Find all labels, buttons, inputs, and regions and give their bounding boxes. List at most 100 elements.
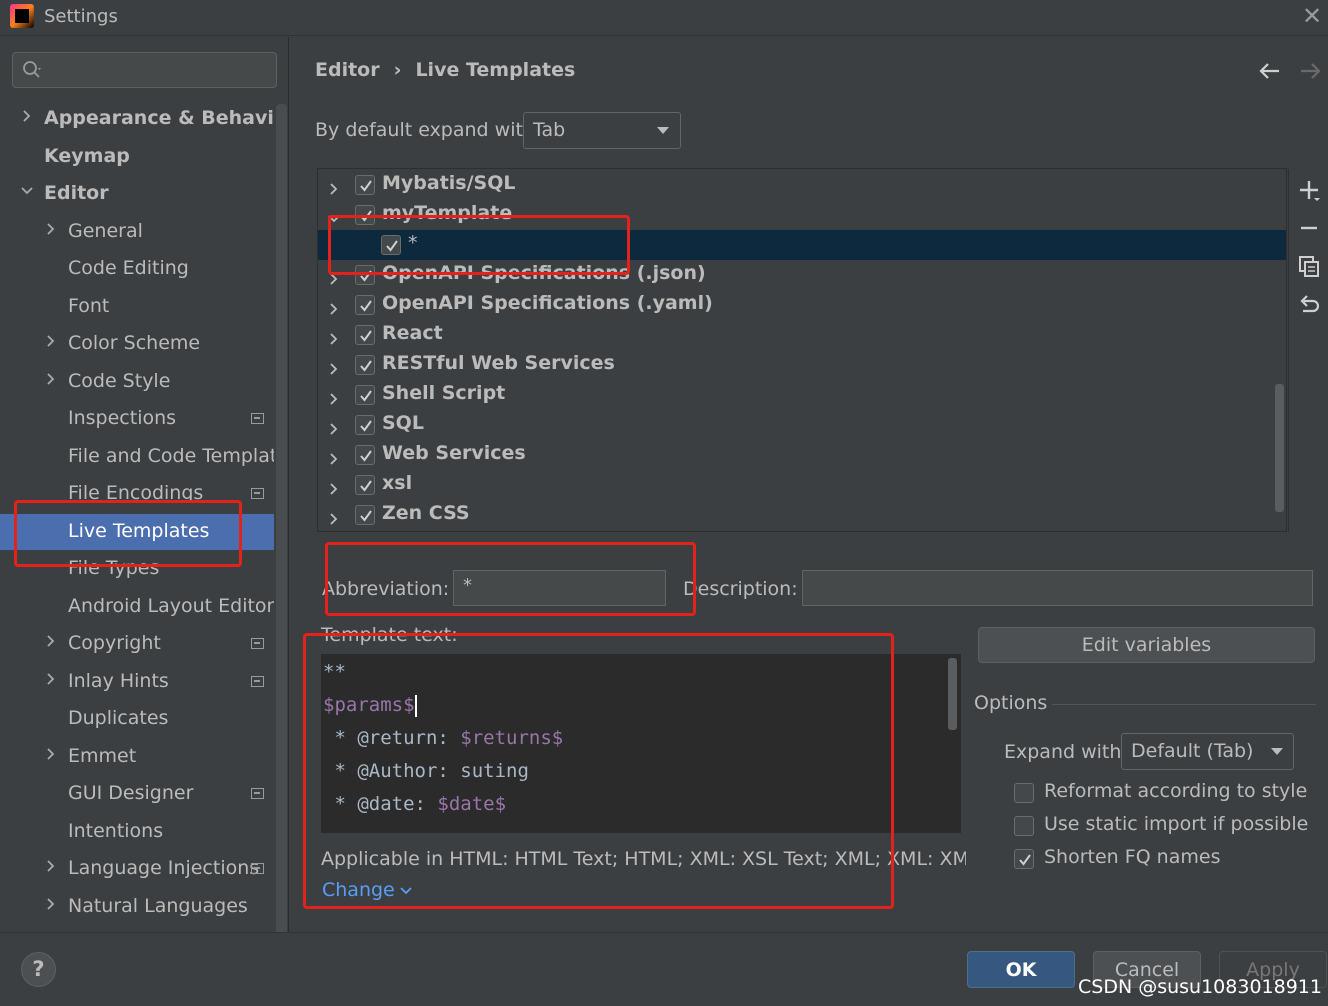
chevron-right-icon[interactable] (328, 178, 340, 195)
sidebar-item-label: Code Style (68, 370, 171, 392)
breadcrumb-editor[interactable]: Editor (315, 59, 380, 81)
chevron-right-icon[interactable] (328, 388, 340, 405)
sidebar-item[interactable]: Intentions (0, 814, 274, 850)
checkbox[interactable] (355, 505, 375, 525)
description-input[interactable] (802, 570, 1313, 606)
restore-icon[interactable] (1297, 292, 1321, 316)
sidebar-item-label: Code Editing (68, 257, 189, 279)
template-group[interactable]: xsl (318, 470, 1286, 500)
sidebar-item[interactable]: Color Scheme (0, 326, 274, 362)
sidebar-item[interactable]: File and Code Templates (0, 439, 274, 475)
chevron-right-icon[interactable] (21, 110, 33, 122)
sidebar-item[interactable]: General (0, 214, 274, 250)
template-group[interactable]: OpenAPI Specifications (.yaml) (318, 290, 1286, 320)
sidebar-item-label: Android Layout Editor (68, 595, 274, 617)
chevron-down-icon[interactable] (21, 185, 33, 197)
template-group[interactable]: RESTful Web Services (318, 350, 1286, 380)
sidebar-item[interactable]: Code Style (0, 364, 274, 400)
template-group[interactable]: Web Services (318, 440, 1286, 470)
chevron-right-icon[interactable] (328, 478, 340, 495)
checkbox[interactable] (355, 475, 375, 495)
chevron-right-icon[interactable] (45, 223, 57, 235)
forward-arrow-icon[interactable] (1298, 59, 1322, 83)
sidebar-item[interactable]: Duplicates (0, 701, 274, 737)
default-expand-value: Tab (533, 119, 566, 141)
add-icon[interactable] (1297, 178, 1321, 202)
title-bar: Settings ✕ (0, 0, 1328, 36)
expand-with-select[interactable]: Default (Tab) (1121, 733, 1294, 770)
search-input[interactable] (12, 52, 277, 88)
checkbox[interactable] (355, 325, 375, 345)
sidebar-item-label: Keymap (44, 145, 130, 167)
template-label: React (382, 322, 443, 344)
expand-with-value: Default (Tab) (1131, 740, 1254, 762)
template-group[interactable]: Zen CSS (318, 500, 1286, 530)
chevron-right-icon[interactable] (45, 373, 57, 385)
checkbox[interactable] (355, 385, 375, 405)
project-scope-icon (251, 638, 264, 649)
sidebar-item[interactable]: Copyright (0, 626, 274, 662)
template-group[interactable]: Mybatis/SQL (318, 170, 1286, 200)
chevron-right-icon[interactable] (328, 418, 340, 435)
sidebar-item[interactable]: Inspections (0, 401, 274, 437)
sidebar-item-label: Copyright (68, 632, 161, 654)
checkbox[interactable] (355, 415, 375, 435)
sidebar-scrollbar[interactable] (276, 104, 287, 934)
template-label: xsl (382, 472, 413, 494)
sidebar-item[interactable]: Emmet (0, 739, 274, 775)
checkbox[interactable] (355, 445, 375, 465)
sidebar-item[interactable]: Natural Languages (0, 889, 274, 925)
sidebar-item-label: Natural Languages (68, 895, 248, 917)
sidebar-item-label: Editor (44, 182, 109, 204)
chevron-right-icon[interactable] (45, 673, 57, 685)
sidebar-item[interactable]: GUI Designer (0, 776, 274, 812)
editor-scrollbar[interactable] (948, 658, 957, 730)
sidebar-item-label: Intentions (68, 820, 164, 842)
sidebar-item[interactable]: Inlay Hints (0, 664, 274, 700)
template-label: SQL (382, 412, 424, 434)
checkbox[interactable] (355, 355, 375, 375)
checkbox[interactable] (355, 295, 375, 315)
copy-icon[interactable] (1297, 254, 1321, 278)
template-label: RESTful Web Services (382, 352, 615, 374)
back-arrow-icon[interactable] (1258, 59, 1282, 83)
chevron-right-icon[interactable] (45, 635, 57, 647)
annotation-box-sidebar (14, 500, 242, 567)
template-group[interactable]: React (318, 320, 1286, 350)
sidebar-item-label: File and Code Templates (68, 445, 274, 467)
sidebar-item[interactable]: Android Layout Editor (0, 589, 274, 625)
ok-button[interactable]: OK (967, 951, 1075, 988)
template-group[interactable]: Shell Script (318, 380, 1286, 410)
close-icon[interactable]: ✕ (1302, 2, 1322, 30)
template-group[interactable]: SQL (318, 410, 1286, 440)
remove-icon[interactable] (1297, 216, 1321, 240)
chevron-right-icon[interactable] (328, 508, 340, 525)
chevron-right-icon[interactable] (328, 448, 340, 465)
template-label: Zen CSS (382, 502, 470, 524)
chevron-right-icon[interactable] (328, 328, 340, 345)
options-divider (1052, 704, 1316, 705)
checkbox[interactable] (1014, 816, 1034, 836)
checkbox[interactable] (1014, 849, 1034, 869)
sidebar-item[interactable]: Keymap (0, 139, 274, 175)
default-expand-select[interactable]: Tab (523, 112, 681, 149)
checkbox[interactable] (1014, 783, 1034, 803)
sidebar-item[interactable]: Language Injections (0, 851, 274, 887)
chevron-right-icon[interactable] (45, 898, 57, 910)
checkbox[interactable] (355, 175, 375, 195)
chevron-right-icon[interactable] (45, 335, 57, 347)
edit-variables-button[interactable]: Edit variables (978, 627, 1315, 663)
window-title: Settings (44, 6, 118, 27)
sidebar-item[interactable]: Appearance & Behavior (0, 101, 274, 137)
project-scope-icon (251, 788, 264, 799)
chevron-right-icon[interactable] (45, 748, 57, 760)
sidebar-item[interactable]: Code Editing (0, 251, 274, 287)
chevron-right-icon[interactable] (328, 358, 340, 375)
chevron-right-icon[interactable] (45, 860, 57, 872)
sidebar-item[interactable]: Editor (0, 176, 274, 212)
tree-scrollbar[interactable] (1275, 384, 1284, 512)
sidebar-item[interactable]: Font (0, 289, 274, 325)
chevron-right-icon[interactable] (328, 298, 340, 315)
sidebar-item-label: Language Injections (68, 857, 260, 879)
help-button[interactable]: ? (21, 952, 56, 987)
